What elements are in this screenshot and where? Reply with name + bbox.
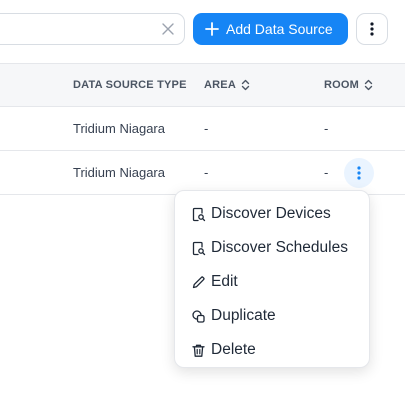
cell-data-source-type: Tridium Niagara xyxy=(73,165,165,180)
pencil-icon xyxy=(192,275,205,288)
table-header: DATA SOURCE TYPE AREA ROOM xyxy=(0,63,405,107)
menu-item-label: Discover Devices xyxy=(211,205,331,222)
menu-item-discover-schedules[interactable]: Discover Schedules xyxy=(175,231,369,265)
sort-icon[interactable] xyxy=(364,79,373,91)
column-header-room[interactable]: ROOM xyxy=(324,64,373,106)
row-actions-menu: Discover Devices Discover Schedules Edit… xyxy=(174,190,370,368)
close-icon[interactable] xyxy=(161,22,175,36)
column-header-label: ROOM xyxy=(324,79,360,91)
add-data-source-label: Add Data Source xyxy=(226,21,333,37)
menu-item-delete[interactable]: Delete xyxy=(175,333,369,367)
table-row[interactable]: Tridium Niagara - - xyxy=(0,107,405,151)
table-row[interactable]: Tridium Niagara - - xyxy=(0,151,405,195)
menu-item-label: Edit xyxy=(211,273,238,290)
column-header-label: AREA xyxy=(204,79,236,91)
toolbar: Add Data Source xyxy=(0,0,405,58)
column-header-data-source-type[interactable]: DATA SOURCE TYPE xyxy=(73,64,187,106)
menu-item-label: Duplicate xyxy=(211,307,276,324)
menu-item-edit[interactable]: Edit xyxy=(175,265,369,299)
cell-data-source-type: Tridium Niagara xyxy=(73,121,165,136)
plus-icon xyxy=(205,22,219,36)
sort-icon[interactable] xyxy=(241,79,250,91)
menu-item-discover-devices[interactable]: Discover Devices xyxy=(175,197,369,231)
more-vertical-icon xyxy=(370,22,374,36)
cell-room: - xyxy=(324,121,329,136)
discover-icon xyxy=(192,207,206,221)
add-data-source-button[interactable]: Add Data Source xyxy=(193,13,348,45)
menu-item-label: Discover Schedules xyxy=(211,239,348,256)
column-header-area[interactable]: AREA xyxy=(204,64,250,106)
search-input[interactable] xyxy=(1,14,151,44)
column-header-label: DATA SOURCE TYPE xyxy=(73,79,187,91)
trash-icon xyxy=(192,344,205,357)
discover-icon xyxy=(192,241,206,255)
cell-area: - xyxy=(204,165,209,180)
row-actions-button[interactable] xyxy=(344,158,374,188)
duplicate-icon xyxy=(192,309,205,323)
search-box[interactable] xyxy=(0,13,185,45)
more-vertical-icon xyxy=(357,166,361,180)
menu-item-label: Delete xyxy=(211,341,256,358)
menu-item-duplicate[interactable]: Duplicate xyxy=(175,299,369,333)
cell-room: - xyxy=(324,165,329,180)
more-options-button[interactable] xyxy=(356,13,388,45)
cell-area: - xyxy=(204,121,209,136)
